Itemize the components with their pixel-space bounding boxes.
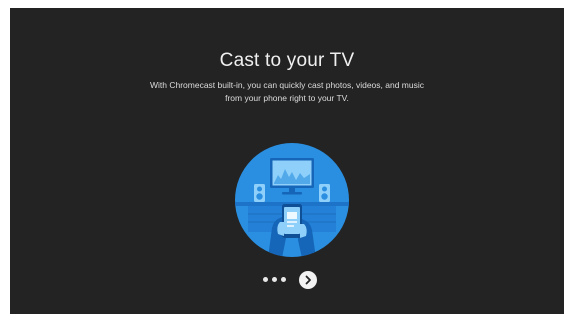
description-line-2: from your phone right to your TV.	[225, 93, 349, 103]
pager	[263, 271, 323, 289]
right-speaker-icon	[319, 184, 330, 202]
description-line-1: With Chromecast built-in, you can quickl…	[149, 80, 424, 90]
cast-to-tv-illustration	[235, 143, 349, 257]
setup-screen: Cast to your TV With Chromecast built-in…	[10, 8, 564, 314]
pagination-dot-1	[263, 277, 268, 282]
pagination-dot-2	[272, 277, 277, 282]
page-title: Cast to your TV	[219, 50, 355, 71]
next-button[interactable]	[299, 271, 317, 289]
chevron-right-icon	[305, 275, 311, 285]
left-speaker-icon	[254, 184, 265, 202]
pagination-dot-3	[281, 277, 286, 282]
